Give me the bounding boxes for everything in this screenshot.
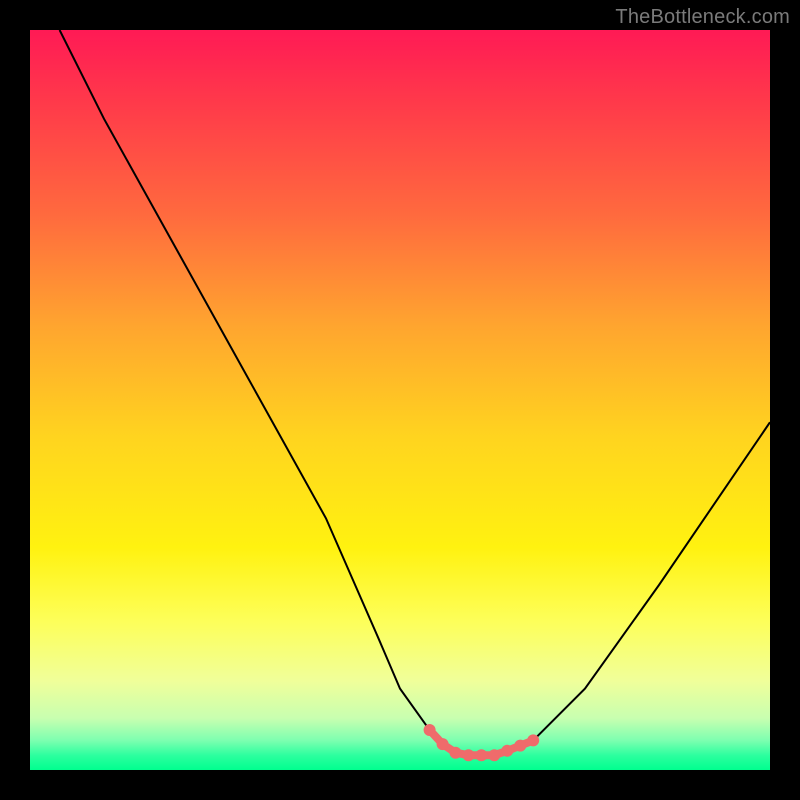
watermark-text: TheBottleneck.com	[615, 6, 790, 29]
chart-frame: TheBottleneck.com	[0, 0, 800, 800]
plot-area	[30, 30, 770, 770]
heat-gradient	[30, 30, 770, 770]
